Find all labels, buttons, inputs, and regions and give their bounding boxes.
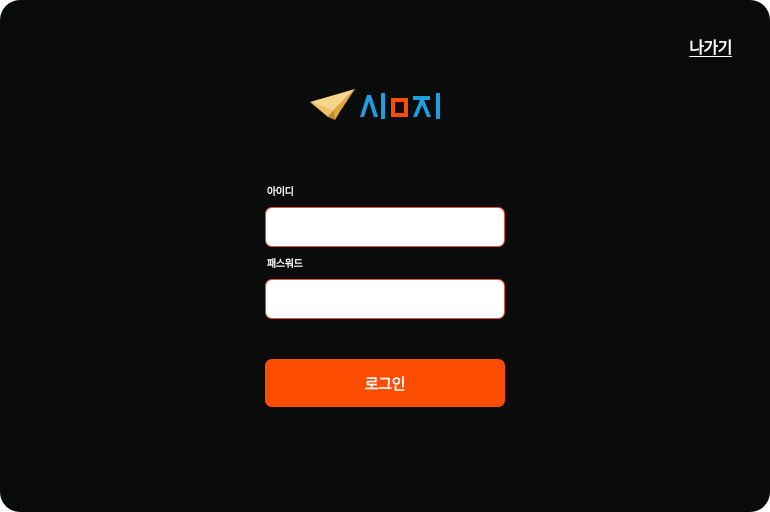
password-input[interactable] [265, 279, 505, 319]
app-logo [309, 86, 449, 126]
login-button[interactable]: 로그인 [265, 359, 505, 407]
logo-graphic [310, 89, 440, 120]
exit-link[interactable]: 나가기 [689, 34, 732, 58]
logo-letter-i [381, 93, 385, 119]
id-input[interactable] [265, 207, 505, 247]
logo-letter-j [413, 96, 431, 117]
logo-letter-m [391, 98, 408, 117]
password-label: 패스워드 [267, 259, 303, 270]
paper-plane-icon [310, 89, 355, 120]
logo-letter-s [360, 95, 378, 117]
login-screen: 나가기 아이디 패스워드 로그인 [0, 0, 770, 512]
logo-letter-i-2 [436, 93, 440, 119]
id-label: 아이디 [267, 187, 294, 198]
login-form: 아이디 패스워드 [265, 186, 505, 319]
